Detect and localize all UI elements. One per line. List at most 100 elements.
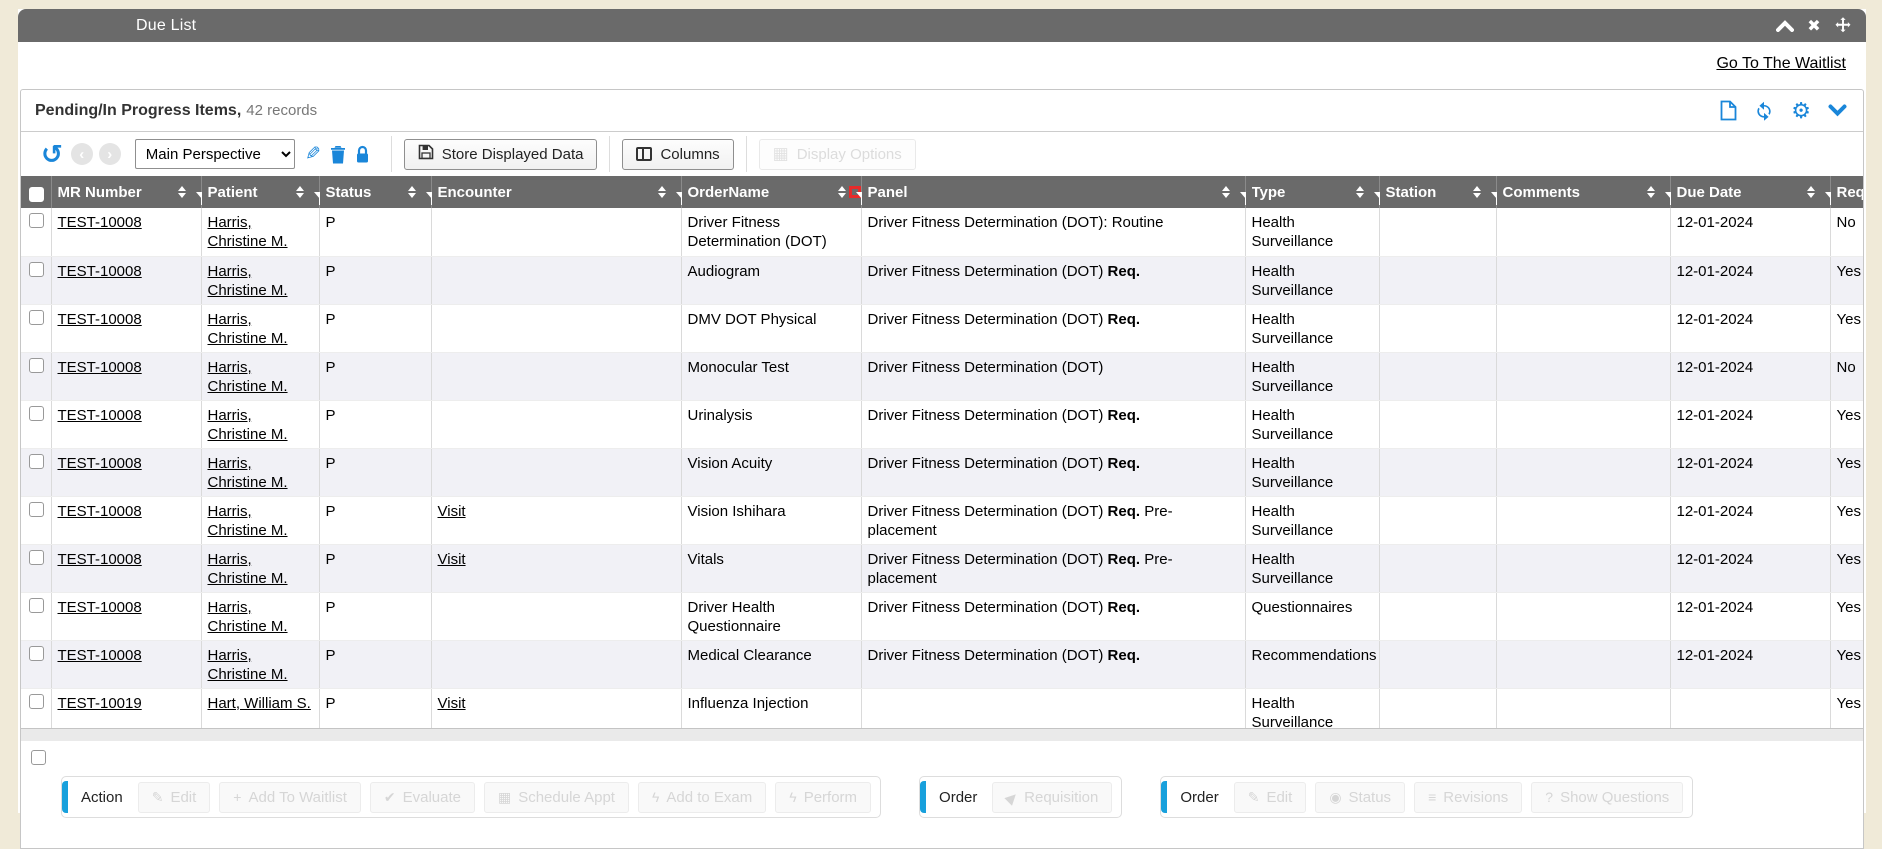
move-icon[interactable] — [1834, 17, 1852, 35]
sort-icon[interactable] — [1647, 186, 1655, 198]
perspective-select[interactable]: Main Perspective — [135, 139, 295, 169]
gear-icon[interactable]: ⚙ — [1791, 101, 1811, 121]
mr-number-link[interactable]: TEST-10008 — [58, 599, 142, 616]
table-area: MR NumberPatientStatusEncounterOrderName… — [21, 176, 1863, 728]
cell-station — [1379, 208, 1496, 256]
mr-number-link[interactable]: TEST-10008 — [58, 263, 142, 280]
mr-number-link[interactable]: TEST-10008 — [58, 551, 142, 568]
horizontal-scrollbar[interactable] — [21, 728, 1863, 741]
patient-link[interactable]: Harris, Christine M. — [208, 599, 288, 635]
evaluate-button[interactable]: ✔Evaluate — [370, 782, 475, 813]
cell-type: Health Surveillance — [1245, 496, 1379, 544]
column-header-ordername[interactable]: OrderName — [681, 176, 861, 208]
mr-number-link[interactable]: TEST-10008 — [58, 359, 142, 376]
cell-comments — [1496, 544, 1670, 592]
sort-icon[interactable] — [408, 186, 416, 198]
trash-icon[interactable] — [330, 145, 346, 164]
sort-icon[interactable] — [178, 186, 186, 198]
revisions-button[interactable]: ≡Revisions — [1414, 782, 1522, 813]
panel-req-flag: Req. — [1103, 263, 1140, 280]
sort-icon[interactable] — [296, 186, 304, 198]
row-checkbox[interactable] — [29, 454, 44, 469]
column-header-panel[interactable]: Panel — [861, 176, 1245, 208]
row-checkbox[interactable] — [29, 598, 44, 613]
mr-number-link[interactable]: TEST-10019 — [58, 695, 142, 712]
patient-link[interactable]: Hart, William S. — [208, 695, 311, 712]
patient-link[interactable]: Harris, Christine M. — [208, 455, 288, 491]
edit-button[interactable]: ✎Edit — [138, 782, 211, 813]
nav-forward-button[interactable]: › — [99, 143, 121, 165]
new-document-icon[interactable] — [1720, 100, 1737, 121]
schedule-appt-button[interactable]: ▦Schedule Appt — [484, 782, 629, 813]
cell-patient: Harris, Christine M. — [201, 400, 319, 448]
column-header-due-date[interactable]: Due Date — [1670, 176, 1830, 208]
mr-number-link[interactable]: TEST-10008 — [58, 503, 142, 520]
select-all-footer-checkbox[interactable] — [31, 750, 46, 765]
columns-button[interactable]: Columns — [622, 139, 733, 170]
edit-button[interactable]: ✎Edit — [1234, 782, 1307, 813]
row-checkbox[interactable] — [29, 502, 44, 517]
nav-back-button[interactable]: ‹ — [71, 143, 93, 165]
sort-icon[interactable] — [1473, 186, 1481, 198]
patient-link[interactable]: Harris, Christine M. — [208, 359, 288, 395]
sort-icon[interactable] — [1807, 186, 1815, 198]
column-label: Required — [1837, 184, 1864, 201]
pencil-icon[interactable]: ✎ — [305, 143, 321, 166]
column-header-station[interactable]: Station — [1379, 176, 1496, 208]
undo-icon[interactable]: ↺ — [41, 141, 63, 167]
go-to-waitlist-link[interactable]: Go To The Waitlist — [1716, 55, 1846, 72]
row-checkbox[interactable] — [29, 358, 44, 373]
sort-icon[interactable] — [658, 186, 666, 198]
visit-link[interactable]: Visit — [438, 503, 466, 520]
patient-link[interactable]: Harris, Christine M. — [208, 647, 288, 683]
row-checkbox[interactable] — [29, 550, 44, 565]
cell-encounter — [431, 448, 681, 496]
mr-number-link[interactable]: TEST-10008 — [58, 647, 142, 664]
row-checkbox[interactable] — [29, 694, 44, 709]
row-checkbox[interactable] — [29, 646, 44, 661]
mr-number-link[interactable]: TEST-10008 — [58, 214, 142, 231]
status-button[interactable]: ◉Status — [1315, 782, 1405, 813]
column-header-status[interactable]: Status — [319, 176, 431, 208]
store-displayed-data-button[interactable]: Store Displayed Data — [404, 139, 598, 170]
mr-number-link[interactable]: TEST-10008 — [58, 455, 142, 472]
chevron-down-icon[interactable] — [1828, 104, 1847, 117]
display-options-button[interactable]: ▦ Display Options — [759, 139, 916, 170]
row-checkbox[interactable] — [29, 262, 44, 277]
add-to-waitlist-button[interactable]: +Add To Waitlist — [219, 782, 361, 813]
row-checkbox[interactable] — [29, 213, 44, 228]
column-header-patient[interactable]: Patient — [201, 176, 319, 208]
patient-link[interactable]: Harris, Christine M. — [208, 551, 288, 587]
row-checkbox[interactable] — [29, 406, 44, 421]
column-header-type[interactable]: Type — [1245, 176, 1379, 208]
add-to-exam-button[interactable]: ϟAdd to Exam — [638, 782, 766, 813]
column-header-encounter[interactable]: Encounter — [431, 176, 681, 208]
mr-number-link[interactable]: TEST-10008 — [58, 311, 142, 328]
perform-button[interactable]: ϟPerform — [775, 782, 871, 813]
cell-encounter — [431, 304, 681, 352]
lock-icon[interactable] — [355, 145, 370, 164]
close-icon[interactable]: ✖ — [1805, 17, 1823, 35]
collapse-icon[interactable] — [1776, 17, 1794, 35]
column-header-mr-number[interactable]: MR Number — [51, 176, 201, 208]
patient-link[interactable]: Harris, Christine M. — [208, 214, 288, 250]
sort-icon[interactable] — [1356, 186, 1364, 198]
select-all-checkbox[interactable] — [29, 187, 44, 202]
visit-link[interactable]: Visit — [438, 695, 466, 712]
patient-link[interactable]: Harris, Christine M. — [208, 407, 288, 443]
row-checkbox[interactable] — [29, 310, 44, 325]
patient-link[interactable]: Harris, Christine M. — [208, 263, 288, 299]
column-header-comments[interactable]: Comments — [1496, 176, 1670, 208]
show-questions-button[interactable]: ?Show Questions — [1531, 782, 1683, 813]
patient-link[interactable]: Harris, Christine M. — [208, 311, 288, 347]
cell-required: Yes — [1830, 688, 1863, 728]
refresh-icon[interactable] — [1754, 101, 1774, 121]
sort-icon[interactable] — [1222, 186, 1230, 198]
patient-link[interactable]: Harris, Christine M. — [208, 503, 288, 539]
mr-number-link[interactable]: TEST-10008 — [58, 407, 142, 424]
sort-icon[interactable] — [838, 186, 846, 198]
visit-link[interactable]: Visit — [438, 551, 466, 568]
column-header-required[interactable]: Required — [1830, 176, 1863, 208]
table-row: TEST-10008Harris, Christine M.PDriver Fi… — [21, 208, 1863, 256]
requisition-button[interactable]: ▶Requisition — [992, 782, 1112, 813]
